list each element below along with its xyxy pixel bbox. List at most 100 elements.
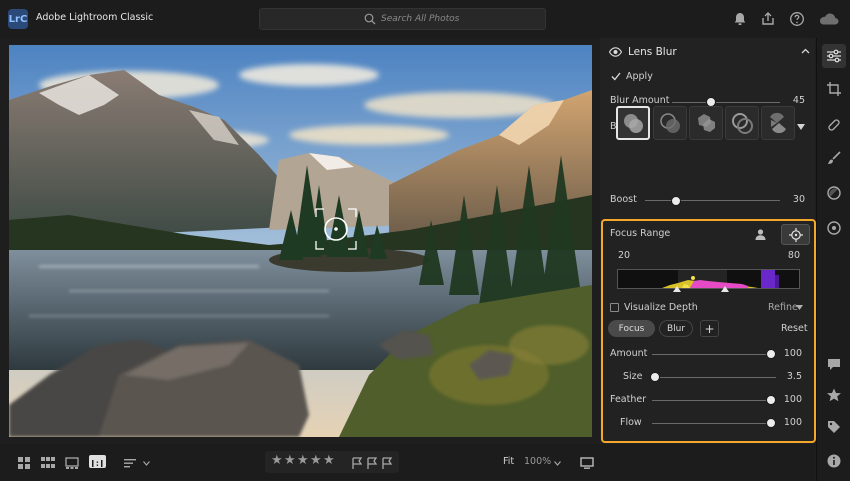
feather-value[interactable]: 100 — [782, 394, 802, 405]
amount-track[interactable] — [652, 354, 774, 355]
flow-label: Flow — [620, 417, 642, 428]
blur-amount-track[interactable] — [672, 102, 780, 103]
bokeh-shape-ring[interactable] — [725, 106, 759, 140]
check-icon[interactable] — [611, 72, 621, 81]
tool-rail — [816, 38, 850, 443]
depth-histogram[interactable] — [617, 269, 800, 289]
app-logo: LrC — [8, 9, 28, 29]
flow-track[interactable] — [652, 423, 774, 424]
blur-amount-value[interactable]: 45 — [785, 95, 805, 106]
focus-point-target[interactable] — [314, 207, 358, 251]
landscape-image — [9, 45, 592, 437]
visualize-depth-checkbox[interactable] — [610, 303, 619, 312]
boost-track[interactable] — [645, 200, 780, 201]
eye-icon[interactable] — [609, 47, 622, 57]
star-icon[interactable] — [826, 387, 842, 403]
boost-label: Boost — [610, 194, 637, 205]
crop-icon[interactable] — [826, 81, 842, 97]
visualize-depth-label[interactable]: Visualize Depth — [624, 302, 698, 313]
search-placeholder: Search All Photos — [381, 14, 460, 24]
point-select-button[interactable] — [781, 224, 810, 245]
bokeh-shape-circle[interactable] — [616, 106, 650, 140]
healing-icon[interactable] — [826, 117, 842, 133]
comment-icon[interactable] — [826, 356, 842, 372]
bokeh-ring-icon — [732, 113, 753, 134]
redeye-icon[interactable] — [826, 220, 842, 236]
zoom-dropdown-icon[interactable] — [554, 461, 561, 466]
rating-star-4[interactable]: ★ — [310, 453, 322, 468]
bokeh-blade-icon — [698, 114, 715, 132]
bokeh-shape-blade[interactable] — [689, 106, 723, 140]
amount-label: Amount — [610, 348, 648, 359]
rating-star-1[interactable]: ★ — [271, 453, 283, 468]
refine-dropdown-icon[interactable] — [796, 305, 803, 310]
panel-title: Lens Blur — [628, 46, 677, 58]
share-icon[interactable] — [760, 11, 776, 27]
info-rail — [816, 443, 850, 481]
range-high-handle[interactable] — [721, 286, 729, 292]
zoom-level[interactable]: 100% — [524, 456, 551, 467]
sort-icon[interactable] — [123, 456, 137, 470]
focus-mode-button[interactable]: Focus — [608, 320, 655, 337]
photo-preview[interactable] — [9, 45, 592, 437]
sort-dropdown-icon[interactable] — [143, 461, 150, 466]
search-icon — [364, 13, 376, 25]
flag-unflag-icon[interactable] — [365, 456, 379, 470]
flow-slider[interactable] — [766, 418, 776, 428]
bokeh-bubble-icon — [660, 113, 680, 133]
bokeh-shape-cat-eye[interactable] — [761, 106, 795, 140]
bottom-toolbar: ★ ★ ★ ★ ★ Fit 100% — [0, 444, 815, 481]
size-track[interactable] — [652, 377, 776, 378]
subject-select-icon[interactable] — [754, 228, 767, 241]
crosshair-icon — [789, 228, 803, 242]
help-icon[interactable] — [789, 11, 805, 27]
flag-pick-icon[interactable] — [350, 456, 364, 470]
bokeh-shape-bubble[interactable] — [653, 106, 687, 140]
feather-label: Feather — [610, 394, 647, 405]
boost-slider[interactable] — [671, 196, 681, 206]
brush-icon[interactable] — [826, 150, 842, 166]
rating-star-5[interactable]: ★ — [323, 453, 335, 468]
grid-large-icon[interactable] — [41, 456, 55, 470]
range-low-handle[interactable] — [673, 286, 681, 292]
search-input[interactable]: Search All Photos — [259, 8, 546, 30]
info-icon[interactable] — [826, 453, 842, 469]
focus-range-label: Focus Range — [610, 228, 671, 239]
display-icon[interactable] — [580, 456, 594, 470]
single-view-button[interactable] — [89, 455, 106, 468]
bokeh-circle-icon — [624, 114, 643, 133]
flag-reject-icon[interactable] — [380, 456, 394, 470]
add-mode-button[interactable]: + — [700, 320, 719, 337]
grid-small-icon[interactable] — [17, 456, 31, 470]
app-title: Adobe Lightroom Classic — [36, 12, 154, 23]
bokeh-cat-eye-icon — [770, 112, 786, 134]
boost-value[interactable]: 30 — [785, 194, 805, 205]
bell-icon[interactable] — [732, 11, 748, 27]
bokeh-dropdown-icon[interactable] — [797, 124, 805, 130]
feather-slider[interactable] — [766, 395, 776, 405]
tag-icon[interactable] — [826, 419, 842, 435]
feather-track[interactable] — [652, 400, 774, 401]
size-slider[interactable] — [650, 372, 660, 382]
amount-value[interactable]: 100 — [782, 348, 802, 359]
blur-mode-button[interactable]: Blur — [659, 320, 693, 337]
focus-point-marker — [691, 276, 695, 280]
apply-label[interactable]: Apply — [626, 71, 653, 82]
flow-value[interactable]: 100 — [782, 417, 802, 428]
rating-star-2[interactable]: ★ — [284, 453, 296, 468]
one-to-one-icon — [92, 460, 103, 467]
reset-button[interactable]: Reset — [781, 323, 808, 334]
chevron-up-icon[interactable] — [801, 48, 810, 54]
cloud-icon[interactable] — [818, 11, 840, 27]
masking-icon[interactable] — [826, 185, 842, 201]
sliders-icon — [827, 49, 841, 63]
filmstrip-icon[interactable] — [65, 456, 79, 470]
rating-star-3[interactable]: ★ — [297, 453, 309, 468]
edit-sliders-button[interactable] — [822, 44, 846, 68]
size-value[interactable]: 3.5 — [782, 371, 802, 382]
amount-slider[interactable] — [766, 349, 776, 359]
focus-range-low: 20 — [618, 250, 631, 261]
zoom-fit-button[interactable]: Fit — [503, 456, 514, 467]
refine-label[interactable]: Refine — [768, 302, 798, 313]
top-bar: LrC Adobe Lightroom Classic Search All P… — [0, 0, 850, 38]
